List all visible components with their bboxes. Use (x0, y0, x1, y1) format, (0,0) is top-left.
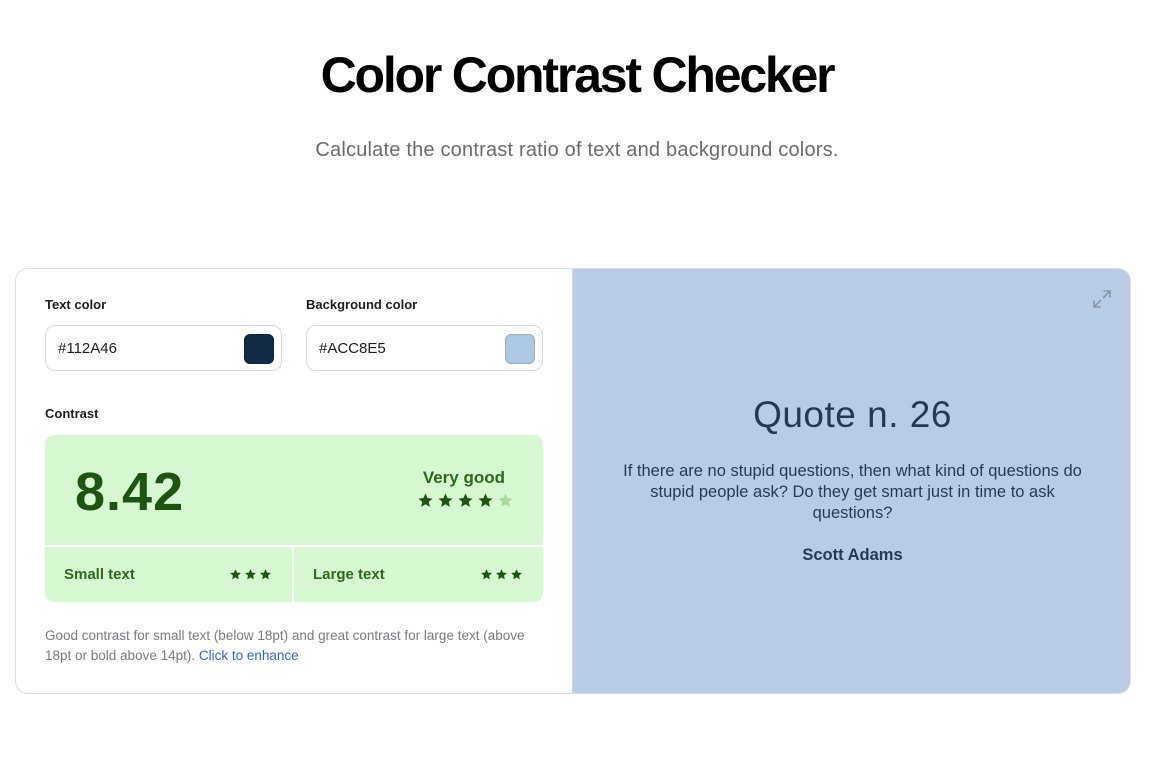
text-color-label: Text color (45, 297, 107, 312)
controls-panel: Text color Background color Contrast 8.4… (16, 269, 572, 693)
expand-icon[interactable] (1091, 288, 1113, 310)
large-text-result: Large text (294, 547, 543, 602)
text-color-swatch[interactable] (244, 334, 274, 364)
text-color-input[interactable] (58, 337, 228, 359)
star-icon (457, 492, 474, 509)
star-icon (497, 492, 514, 509)
star-icon (480, 568, 493, 581)
contrast-ratio: 8.42 (75, 462, 185, 522)
star-icon (417, 492, 434, 509)
star-icon (229, 568, 242, 581)
star-icon (259, 568, 272, 581)
quote-author: Scott Adams (802, 546, 903, 564)
background-color-input[interactable] (319, 337, 489, 359)
star-icon (495, 568, 508, 581)
contrast-score-box: 8.42 Very good (45, 435, 543, 545)
large-text-stars (480, 568, 523, 581)
quote-text: If there are no stupid questions, then w… (623, 462, 1082, 522)
star-icon (244, 568, 257, 581)
quote-title: Quote n. 26 (753, 394, 952, 435)
page-subtitle: Calculate the contrast ratio of text and… (315, 139, 839, 161)
star-icon (510, 568, 523, 581)
background-color-field[interactable] (306, 325, 543, 371)
small-text-result: Small text (45, 547, 292, 602)
page-title: Color Contrast Checker (320, 47, 836, 103)
star-icon (477, 492, 494, 509)
contrast-label: Contrast (45, 406, 99, 421)
background-color-label: Background color (306, 297, 418, 312)
rating-stars (417, 492, 514, 509)
contrast-rating: Very good (422, 468, 505, 487)
enhance-link[interactable]: Click to enhance (199, 648, 299, 663)
star-icon (437, 492, 454, 509)
contrast-note: Good contrast for small text (below 18pt… (45, 626, 545, 666)
preview-panel: Quote n. 26 If there are no stupid quest… (572, 269, 1130, 693)
small-text-label: Small text (64, 566, 135, 583)
text-color-field[interactable] (45, 325, 282, 371)
contrast-card: Text color Background color Contrast 8.4… (15, 268, 1131, 694)
background-color-swatch[interactable] (505, 334, 535, 364)
large-text-label: Large text (313, 566, 385, 583)
small-text-stars (229, 568, 272, 581)
